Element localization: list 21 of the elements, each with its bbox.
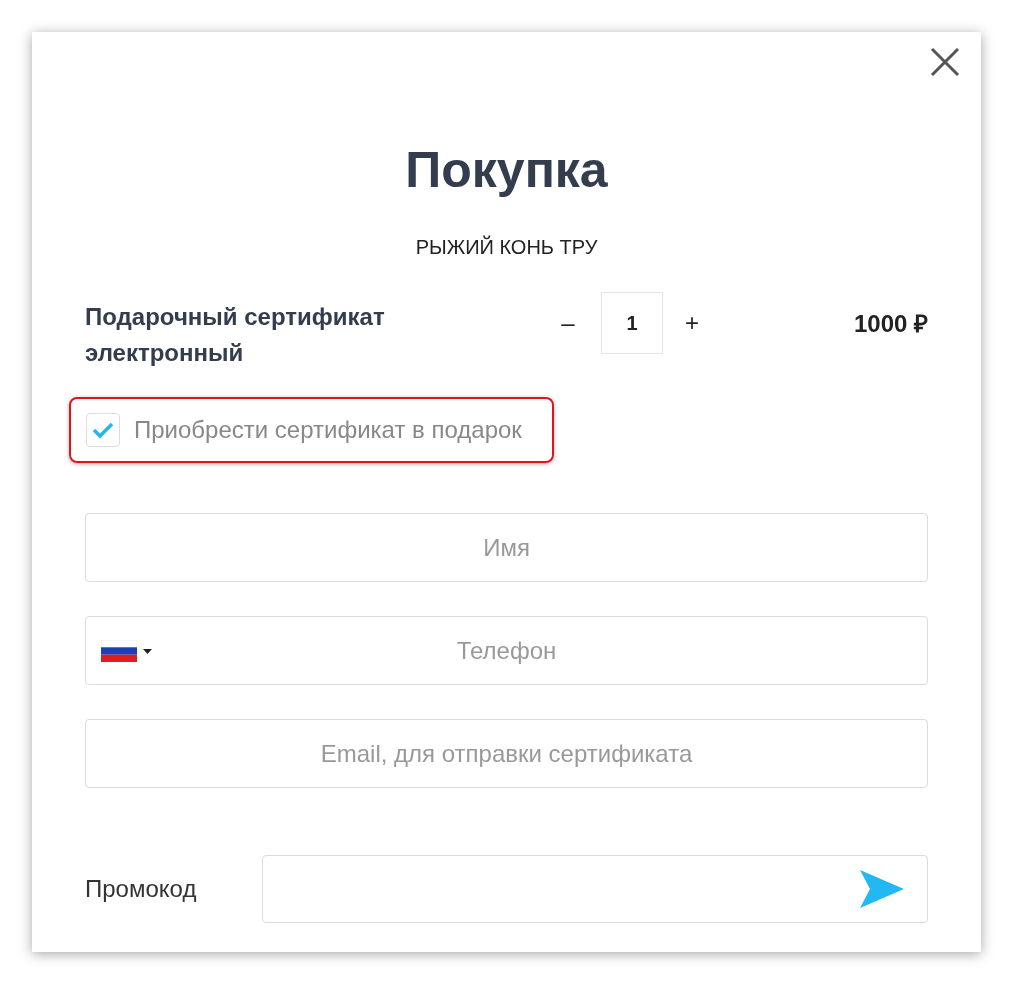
flag-icon xyxy=(101,640,137,662)
decrease-button[interactable]: – xyxy=(553,305,583,341)
phone-field[interactable]: Телефон xyxy=(85,616,928,685)
check-icon xyxy=(92,421,114,439)
close-icon[interactable] xyxy=(929,46,961,78)
send-icon[interactable] xyxy=(860,870,904,908)
increase-button[interactable]: + xyxy=(677,305,707,341)
quantity-field[interactable]: 1 xyxy=(601,292,663,354)
product-subtitle: РЫЖИЙ КОНЬ ТРУ xyxy=(415,234,598,260)
promo-label: Промокод xyxy=(85,874,198,904)
checkbox[interactable] xyxy=(86,413,120,447)
country-selector[interactable] xyxy=(101,640,152,662)
promo-field[interactable] xyxy=(262,855,928,923)
caret-icon xyxy=(143,648,152,654)
product-name: Подарочный сертификат электронный xyxy=(85,302,386,368)
checkbox-label: Приобрести сертификат в подарок xyxy=(134,415,522,445)
gift-checkbox-row[interactable]: Приобрести сертификат в подарок xyxy=(69,397,554,463)
input-field[interactable]: Имя xyxy=(85,513,928,582)
dialog-title: Покупка xyxy=(405,141,608,200)
input-field[interactable]: Email, для отправки сертификата xyxy=(85,719,928,788)
product-price: 1000 ₽ xyxy=(853,309,928,339)
